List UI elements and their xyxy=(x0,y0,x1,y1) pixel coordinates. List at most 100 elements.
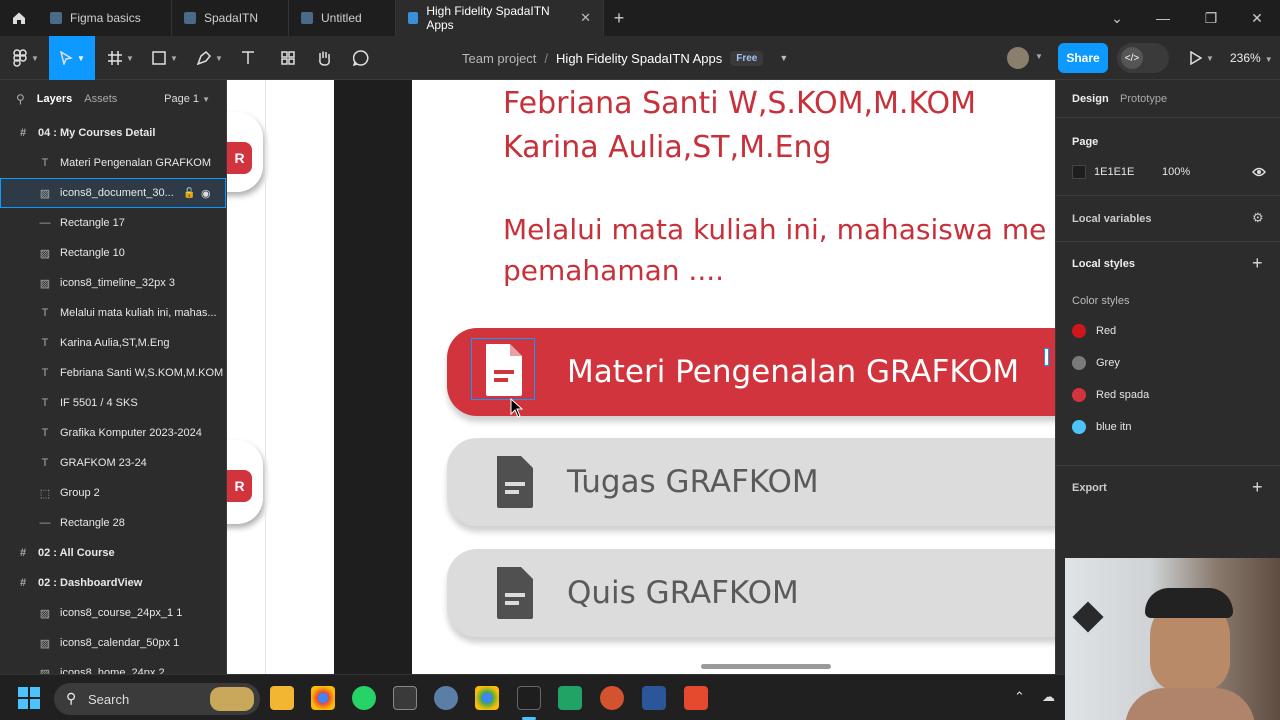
tabs-dropdown-icon[interactable]: ⌄ xyxy=(1094,0,1140,36)
color-style-item[interactable]: Red xyxy=(1072,324,1116,338)
tab-spadaitn[interactable]: SpadaITN xyxy=(172,0,289,36)
close-tab-icon[interactable]: ✕ xyxy=(580,10,591,26)
tugas-label: Tugas GRAFKOM xyxy=(567,464,819,500)
tab-figma-basics[interactable]: Figma basics xyxy=(38,0,172,36)
new-tab-button[interactable]: + xyxy=(604,8,634,29)
maximize-button[interactable]: ❐ xyxy=(1188,0,1234,36)
resize-handle[interactable] xyxy=(1044,348,1049,366)
layer-item[interactable]: T Karina Aulia,ST,M.Eng xyxy=(0,328,226,358)
chrome-icon[interactable] xyxy=(311,686,335,710)
powerpoint-icon[interactable] xyxy=(600,686,624,710)
figma-icon[interactable] xyxy=(517,686,541,710)
present-button[interactable]: ▼ xyxy=(1185,36,1219,80)
layer-item[interactable]: T Febriana Santi W,S.KOM,M.KOM xyxy=(0,358,226,388)
layer-item[interactable]: — Rectangle 17 xyxy=(0,208,226,238)
search-layers-icon[interactable]: ⚲ xyxy=(16,92,25,106)
minimize-button[interactable]: — xyxy=(1140,0,1186,36)
layer-item[interactable]: T Melalui mata kuliah ini, mahas... xyxy=(0,298,226,328)
tray-overflow-icon[interactable]: ⌃ xyxy=(1014,689,1025,705)
frame-my-courses-detail[interactable]: Febriana Santi W,S.KOM,M.KOM Karina Auli… xyxy=(412,80,1055,674)
add-style-icon[interactable]: + xyxy=(1252,253,1263,274)
layer-item[interactable]: — Rectangle 28 xyxy=(0,508,226,538)
layer-item[interactable]: ▨ icons8_timeline_32px 3 xyxy=(0,268,226,298)
frame-all-course[interactable]: R R xyxy=(227,80,334,674)
taskbar-search[interactable]: ⚲ Search xyxy=(54,683,260,715)
shape-tool-button[interactable]: ▼ xyxy=(147,36,183,80)
move-tool-button[interactable]: ▼ xyxy=(49,36,95,80)
file-name[interactable]: High Fidelity SpadaITN Apps xyxy=(556,51,722,66)
eye-icon[interactable] xyxy=(1252,166,1266,178)
design-canvas[interactable]: R R Febriana Santi W,S.KOM,M.KOM Karina … xyxy=(227,80,1055,674)
pen-tool-button[interactable]: ▼ xyxy=(192,36,228,80)
resources-button[interactable] xyxy=(276,36,300,80)
page-color-swatch[interactable] xyxy=(1072,165,1086,179)
capcut-icon[interactable] xyxy=(684,686,708,710)
quis-button[interactable]: Quis GRAFKOM xyxy=(447,549,1055,637)
settings-icon[interactable] xyxy=(434,686,458,710)
home-icon[interactable] xyxy=(0,0,38,36)
add-export-icon[interactable]: + xyxy=(1252,477,1263,498)
page-selector[interactable]: Page 1 ▼ xyxy=(164,93,210,105)
tab-untitled[interactable]: Untitled xyxy=(289,0,396,36)
share-button[interactable]: Share xyxy=(1058,43,1108,73)
layer-label: icons8_home_24px 2 xyxy=(60,667,165,674)
file-explorer-icon[interactable] xyxy=(270,686,294,710)
word-icon[interactable] xyxy=(642,686,666,710)
eye-icon[interactable]: ◉ xyxy=(201,187,211,200)
layer-frame[interactable]: #02 : All Course xyxy=(0,538,226,568)
project-link[interactable]: Team project xyxy=(462,51,536,66)
terminal-icon[interactable] xyxy=(393,686,417,710)
whatsapp-icon[interactable] xyxy=(352,686,376,710)
tugas-button[interactable]: Tugas GRAFKOM xyxy=(447,438,1055,526)
page-color-value[interactable]: 1E1E1E xyxy=(1094,166,1134,178)
layer-frame[interactable]: #04 : My Courses Detail xyxy=(0,118,226,148)
layer-item[interactable]: ▨ icons8_course_24px_1 1 xyxy=(0,598,226,628)
layer-item[interactable]: T Materi Pengenalan GRAFKOM xyxy=(0,148,226,178)
windows-start-icon[interactable] xyxy=(18,687,40,709)
hand-tool-button[interactable] xyxy=(312,36,336,80)
main-menu-button[interactable]: ▼ xyxy=(8,36,44,80)
close-window-button[interactable]: ✕ xyxy=(1234,0,1280,36)
document-icon[interactable] xyxy=(493,454,537,510)
zoom-level[interactable]: 236% ▼ xyxy=(1230,51,1273,65)
color-style-item[interactable]: blue itn xyxy=(1072,420,1131,434)
tab-prototype[interactable]: Prototype xyxy=(1120,93,1167,105)
layer-item[interactable]: ▨ icons8_calendar_50px 1 xyxy=(0,628,226,658)
tab-design[interactable]: Design xyxy=(1072,93,1109,105)
network-icon[interactable]: ☁ xyxy=(1042,689,1055,705)
layer-item[interactable]: ⬚ Group 2 xyxy=(0,478,226,508)
layer-frame[interactable]: #02 : DashboardView xyxy=(0,568,226,598)
avatar[interactable] xyxy=(1007,47,1029,69)
document-icon[interactable] xyxy=(493,565,537,621)
avatar-dropdown-icon[interactable]: ▼ xyxy=(1035,52,1043,61)
unlock-icon[interactable]: 🔓 xyxy=(183,188,195,199)
layer-item[interactable]: T GRAFKOM 23-24 xyxy=(0,448,226,478)
layer-item[interactable]: ▨ Rectangle 10 xyxy=(0,238,226,268)
layer-item[interactable]: ▨ icons8_home_24px 2 xyxy=(0,658,226,674)
dev-mode-toggle[interactable]: </> xyxy=(1117,43,1169,73)
local-variables-label[interactable]: Local variables xyxy=(1072,213,1152,225)
description-line-2[interactable]: pemahaman .... xyxy=(503,254,724,287)
document-icon[interactable] xyxy=(482,342,526,398)
layer-item[interactable]: T IF 5501 / 4 SKS xyxy=(0,388,226,418)
page-opacity-value[interactable]: 100% xyxy=(1162,166,1190,178)
color-style-item[interactable]: Red spada xyxy=(1072,388,1149,402)
materi-button[interactable]: Materi Pengenalan GRAFKOM xyxy=(447,328,1055,416)
variables-settings-icon[interactable]: ⚙ xyxy=(1252,210,1264,226)
tab-high-fidelity[interactable]: High Fidelity SpadaITN Apps ✕ xyxy=(396,0,604,36)
file-menu-chevron-icon[interactable]: ▼ xyxy=(779,53,788,63)
layer-item[interactable]: T Grafika Komputer 2023-2024 xyxy=(0,418,226,448)
excel-icon[interactable] xyxy=(558,686,582,710)
color-style-item[interactable]: Grey xyxy=(1072,356,1120,370)
frame-tool-button[interactable]: ▼ xyxy=(103,36,139,80)
comment-tool-button[interactable] xyxy=(349,36,373,80)
description-line-1[interactable]: Melalui mata kuliah ini, mahasiswa me xyxy=(503,213,1046,246)
layer-item[interactable]: ▨ icons8_document_30... 🔓 ◉ xyxy=(0,178,226,208)
horizontal-scrollbar[interactable] xyxy=(701,664,831,669)
tab-assets[interactable]: Assets xyxy=(84,93,117,105)
lecturer-name-2[interactable]: Karina Aulia,ST,M.Eng xyxy=(503,130,832,165)
text-tool-button[interactable] xyxy=(236,36,260,80)
chrome-profile-icon[interactable] xyxy=(475,686,499,710)
tab-layers[interactable]: Layers xyxy=(37,93,72,105)
lecturer-name-1[interactable]: Febriana Santi W,S.KOM,M.KOM xyxy=(503,86,976,121)
